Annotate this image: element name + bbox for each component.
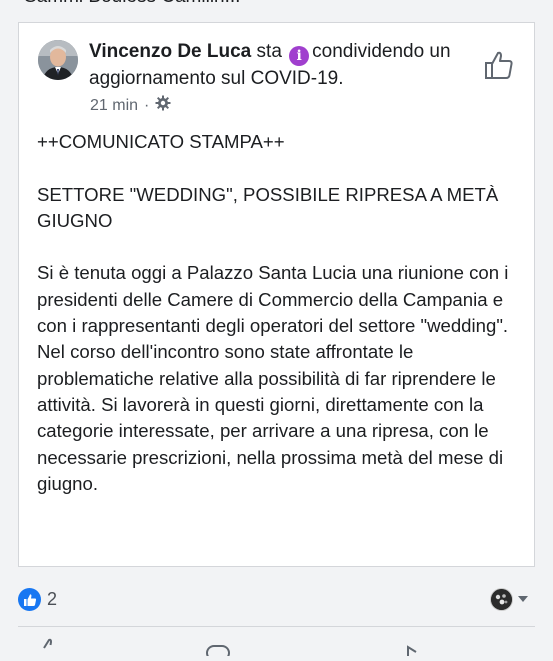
reaction-count: 2 [47, 589, 58, 609]
post-timestamp[interactable]: 21 min [90, 97, 138, 115]
avatar [490, 588, 513, 611]
thumbs-up-icon [18, 588, 41, 611]
shared-post-card: Vincenzo De Luca sta i condividendo un ag… [18, 22, 535, 567]
viewer-selector[interactable] [490, 588, 529, 611]
author-avatar[interactable] [38, 40, 78, 80]
post-header: Vincenzo De Luca sta i condividendo un ag… [89, 39, 469, 92]
thumbs-up-outline-icon[interactable] [483, 49, 515, 81]
post-meta: 21 min · [90, 95, 171, 116]
chevron-down-icon [517, 591, 529, 609]
share-action-icon[interactable] [398, 636, 424, 656]
info-icon: i [289, 46, 310, 66]
header-verb: sta [251, 41, 288, 62]
reactions-summary[interactable]: 2 [18, 588, 57, 611]
author-name[interactable]: Vincenzo De Luca [89, 41, 251, 62]
divider [18, 626, 535, 627]
like-action-icon[interactable] [38, 636, 64, 656]
action-bar [0, 636, 553, 661]
previous-post-fragment: Sammi Bouless Camilin... [24, 0, 240, 8]
comment-action-icon[interactable] [205, 636, 231, 661]
gear-icon[interactable] [155, 95, 171, 116]
post-subtitle: SETTORE "WEDDING", POSSIBILE RIPRESA A M… [37, 183, 499, 231]
post-body: Si è tenuta oggi a Palazzo Santa Lucia u… [37, 262, 509, 494]
post-title: ++COMUNICATO STAMPA++ [37, 131, 285, 152]
meta-separator: · [144, 96, 150, 114]
post-content: ++COMUNICATO STAMPA++ SETTORE "WEDDING",… [37, 129, 522, 523]
